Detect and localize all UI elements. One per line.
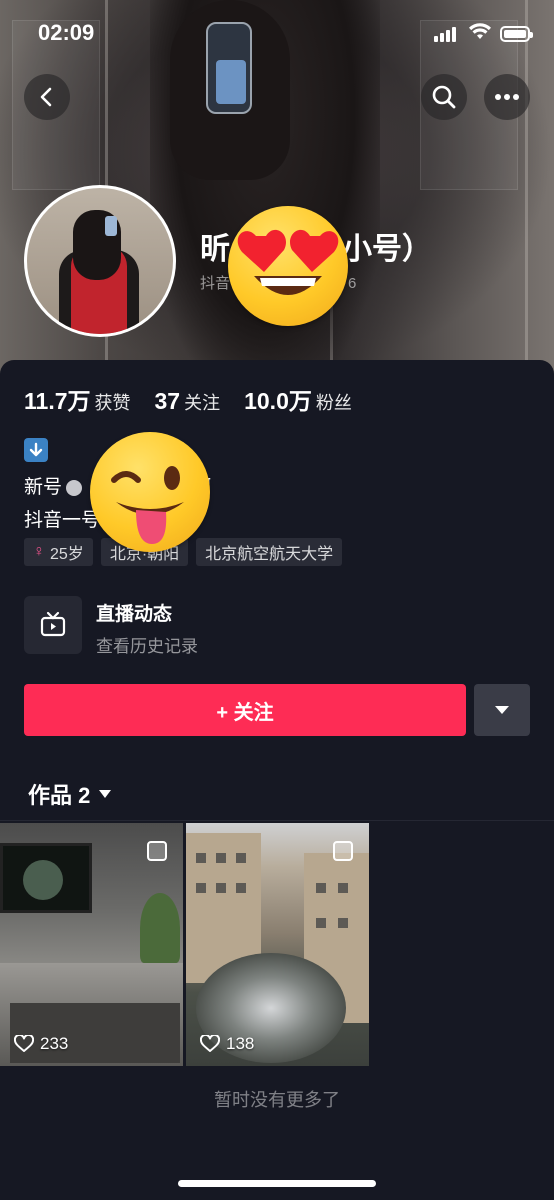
followers-count[interactable]: 10.0万 xyxy=(244,382,312,416)
female-icon: ♀ xyxy=(33,543,45,560)
multi-image-icon xyxy=(333,841,353,861)
following-count[interactable]: 37 xyxy=(155,388,181,415)
more-dots-icon xyxy=(495,94,519,100)
heart-icon xyxy=(200,1035,220,1052)
likes-label: 获赞 xyxy=(94,393,131,413)
live-activity-subtitle[interactable]: 查看历史记录 xyxy=(96,632,198,657)
end-of-list-text: 暂时没有更多了 xyxy=(214,1090,340,1110)
following-label[interactable]: 关注 xyxy=(184,389,220,415)
follow-options-button[interactable] xyxy=(474,684,530,736)
chevron-left-icon xyxy=(40,87,52,107)
display-name-start: 昕 xyxy=(200,233,230,266)
video-likes-count: 233 xyxy=(40,1034,69,1053)
search-button[interactable] xyxy=(421,74,467,120)
video-likes: 233 xyxy=(14,1034,68,1054)
caret-down-icon xyxy=(99,790,112,798)
likes-count: 11.7万 xyxy=(24,388,91,414)
age-tag: ♀ 25岁 xyxy=(24,538,93,566)
signal-icon xyxy=(434,26,460,42)
winking-tongue-emoji-icon xyxy=(90,432,210,552)
video-thumbnail[interactable]: 233 xyxy=(0,823,183,1066)
heart-icon xyxy=(14,1035,34,1052)
age-tag-text: 25岁 xyxy=(50,546,84,563)
home-indicator[interactable] xyxy=(178,1180,376,1187)
divider xyxy=(0,820,554,821)
search-icon xyxy=(432,85,456,109)
stats-row: 11.7万 获赞 37 关注 10.0万 粉丝 xyxy=(24,382,376,416)
display-name-end: 小号） xyxy=(342,233,432,266)
video-thumbnail[interactable]: 138 xyxy=(186,823,369,1066)
status-bar: 02:09 xyxy=(0,0,554,64)
tab-works[interactable]: 作品 2 xyxy=(28,778,112,810)
douyin-id-prefix: 抖音 xyxy=(200,275,231,292)
follow-button[interactable]: + 关注 xyxy=(24,684,466,736)
wifi-icon xyxy=(468,22,492,46)
tab-works-label: 作品 2 xyxy=(28,783,91,808)
live-activity-title[interactable]: 直播动态 xyxy=(96,599,172,626)
down-arrow-emoji-icon xyxy=(24,438,48,462)
tv-icon xyxy=(40,611,66,637)
live-activity-button[interactable] xyxy=(24,596,82,654)
heart-eyes-emoji-icon xyxy=(228,206,348,326)
multi-image-icon xyxy=(147,841,167,861)
back-button[interactable] xyxy=(24,74,70,120)
video-likes: 138 xyxy=(200,1034,254,1054)
school-tag[interactable]: 北京航空航天大学 xyxy=(196,538,343,566)
douyin-id-suffix: 6 xyxy=(348,275,357,292)
bio-line-2: 抖音一号 xyxy=(24,510,101,531)
profile-content: 11.7万 获赞 37 关注 10.0万 粉丝 新号啊 抖音一号 ♀ 25岁 北… xyxy=(0,360,554,1200)
more-options-button[interactable] xyxy=(484,74,530,120)
video-likes-count: 138 xyxy=(226,1034,255,1053)
status-time: 02:09 xyxy=(38,20,95,45)
avatar[interactable] xyxy=(24,185,176,337)
caret-down-icon xyxy=(495,706,509,714)
followers-label[interactable]: 粉丝 xyxy=(316,389,352,415)
battery-icon xyxy=(500,26,533,42)
bio-line-1-start: 新号 xyxy=(24,477,63,498)
